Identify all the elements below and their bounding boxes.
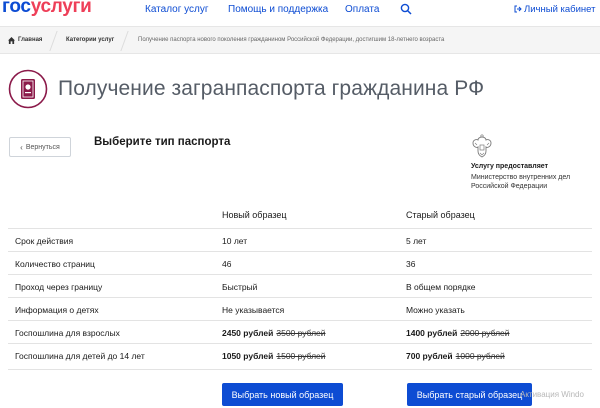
cell-new: Не указывается — [222, 305, 285, 315]
price-crossed: 3500 рублей — [276, 328, 326, 338]
cell-new-price: 2450 рублей 3500 рублей — [222, 328, 326, 338]
breadcrumb-separator — [49, 31, 58, 51]
cell-new: 46 — [222, 259, 232, 269]
gosuslugi-logo[interactable]: госуслуги — [2, 0, 92, 18]
column-header-old: Старый образец — [406, 210, 475, 220]
table-row: Срок действия 10 лет 5 лет — [8, 228, 592, 251]
mvd-emblem-icon — [472, 134, 492, 158]
nav-help[interactable]: Помощь и поддержка — [228, 4, 328, 15]
breadcrumb-separator — [120, 31, 129, 51]
row-label: Проход через границу — [15, 282, 103, 292]
table-row: Госпошлина для детей до 14 лет 1050 рубл… — [8, 343, 592, 366]
price-crossed: 1500 рублей — [276, 351, 326, 361]
cell-old-price: 1400 рублей 2000 рублей — [406, 328, 510, 338]
back-button-label: Вернуться — [25, 143, 60, 151]
choose-old-passport-button[interactable]: Выбрать старый образец — [407, 383, 532, 406]
login-link[interactable]: Личный кабинет — [514, 4, 595, 15]
top-header: госуслуги Каталог услуг Помощь и поддерж… — [0, 0, 600, 26]
chevron-left-icon: ‹ — [20, 142, 23, 152]
row-label: Госпошлина для взрослых — [15, 328, 120, 338]
page-title: Получение загранпаспорта гражданина РФ — [58, 77, 485, 100]
table-bottom-divider — [8, 369, 592, 370]
table-row: Проход через границу Быстрый В общем пор… — [8, 274, 592, 297]
breadcrumb: Главная Категории услуг Получение паспор… — [0, 26, 600, 54]
choose-new-passport-button[interactable]: Выбрать новый образец — [222, 383, 343, 406]
passport-service-icon — [8, 69, 48, 109]
table-row: Информация о детях Не указывается Можно … — [8, 297, 592, 320]
login-icon — [514, 5, 522, 13]
home-icon[interactable] — [8, 37, 15, 44]
row-label: Срок действия — [15, 236, 74, 246]
price-crossed: 2000 рублей — [460, 328, 510, 338]
search-icon[interactable] — [400, 3, 412, 15]
column-header-new: Новый образец — [222, 210, 287, 220]
nav-payment[interactable]: Оплата — [345, 4, 379, 15]
provider-label: Услугу предоставляет — [471, 163, 549, 170]
price-current: 2450 рублей — [222, 328, 274, 338]
cell-old: 36 — [406, 259, 416, 269]
windows-activation-watermark: Активация Windo — [520, 390, 584, 399]
cell-old: Можно указать — [406, 305, 465, 315]
breadcrumb-catalog[interactable]: Категории услуг — [66, 37, 114, 43]
price-current: 1050 рублей — [222, 351, 274, 361]
cell-old: 5 лет — [406, 236, 427, 246]
provider-name[interactable]: Министерство внутренних дел Российской Ф… — [471, 173, 583, 191]
cell-new: Быстрый — [222, 282, 258, 292]
row-label: Информация о детях — [15, 305, 99, 315]
login-label: Личный кабинет — [524, 4, 596, 15]
breadcrumb-current: Получение паспорта нового поколения граж… — [138, 37, 445, 43]
back-button[interactable]: ‹ Вернуться — [9, 137, 71, 157]
price-current: 1400 рублей — [406, 328, 458, 338]
cell-old-price: 700 рублей 1000 рублей — [406, 351, 505, 361]
table-row: Госпошлина для взрослых 2450 рублей 3500 … — [8, 320, 592, 343]
logo-part-uslugi: услуги — [30, 0, 92, 17]
row-label: Госпошлина для детей до 14 лет — [15, 351, 145, 361]
table-row: Количество страниц 46 36 — [8, 251, 592, 274]
choose-passport-title: Выберите тип паспорта — [94, 136, 231, 148]
breadcrumb-home[interactable]: Главная — [18, 37, 42, 43]
price-current: 700 рублей — [406, 351, 453, 361]
cell-new-price: 1050 рублей 1500 рублей — [222, 351, 326, 361]
cell-old: В общем порядке — [406, 282, 476, 292]
cell-new: 10 лет — [222, 236, 248, 246]
nav-catalog[interactable]: Каталог услуг — [145, 4, 209, 15]
price-crossed: 1000 рублей — [455, 351, 505, 361]
logo-part-gos: гос — [2, 0, 31, 17]
row-label: Количество страниц — [15, 259, 95, 269]
